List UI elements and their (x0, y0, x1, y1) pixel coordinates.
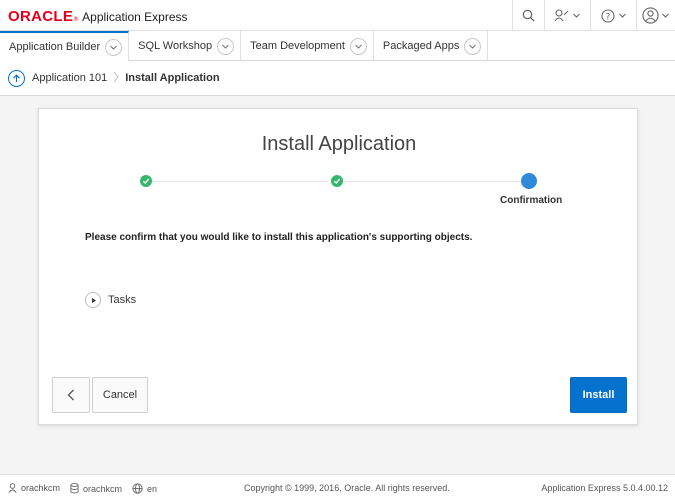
chevron-down-icon (662, 13, 669, 18)
up-arrow-icon[interactable] (8, 69, 25, 87)
database-icon (70, 483, 79, 494)
dialog-title: Install Application (261, 133, 417, 155)
wizard-step-label: Confirmation (500, 195, 563, 206)
cancel-button[interactable]: Cancel (92, 377, 148, 413)
chevron-down-icon (469, 44, 477, 49)
brand-app-name: Application Express (82, 10, 188, 24)
chevron-down-icon (110, 45, 118, 50)
progress-track (339, 181, 521, 182)
tab-packaged-apps[interactable]: Packaged Apps (374, 31, 489, 61)
breadcrumb-current: Install Application (125, 72, 220, 84)
tasks-label: Tasks (108, 294, 137, 306)
footer-version: Application Express 5.0.4.00.12 (541, 483, 668, 493)
main-tab-bar: Application Builder SQL Workshop Team De… (0, 31, 675, 61)
chevron-down-icon (355, 44, 362, 49)
tab-team-development[interactable]: Team Development (241, 31, 374, 61)
search-button[interactable] (512, 0, 544, 31)
globe-icon (132, 483, 143, 494)
breadcrumb-separator-icon (113, 71, 119, 86)
brand-registered-mark: ® (73, 16, 80, 23)
confirmation-message: Please confirm that you would like to in… (85, 232, 473, 243)
wizard-step-1-complete (140, 175, 152, 187)
developer-menu-button[interactable] (544, 0, 590, 31)
svg-text:?: ? (605, 12, 610, 22)
page-footer: orachkcm orachkcm en Copyright © 1999, 2… (0, 474, 675, 500)
brand-oracle-text: ORACLE (8, 8, 74, 25)
user-icon (642, 7, 659, 24)
tab-sql-workshop[interactable]: SQL Workshop (129, 31, 242, 61)
user-menu-button[interactable] (636, 0, 675, 31)
chevron-left-icon (67, 389, 74, 401)
chevron-down-icon (618, 13, 626, 18)
footer-language-code: en (147, 483, 158, 494)
tab-menu-toggle[interactable] (464, 37, 482, 55)
help-icon: ? (600, 8, 615, 23)
tab-label: Team Development (250, 40, 345, 52)
footer-workspace-name: orachkcm (83, 483, 123, 494)
oracle-logo[interactable]: ORACLE ® Application Express (8, 8, 188, 25)
install-application-dialog: Install Application Confirmation Please … (38, 108, 638, 425)
tab-label: SQL Workshop (138, 40, 213, 52)
footer-user: orachkcm (8, 483, 60, 493)
chevron-down-icon (573, 13, 580, 18)
tab-menu-toggle[interactable] (105, 38, 123, 56)
search-icon (522, 9, 535, 22)
wizard-step-3-current (521, 173, 537, 189)
chevron-down-icon (222, 44, 229, 49)
wizard-step-2-complete (331, 175, 343, 187)
tab-application-builder[interactable]: Application Builder (0, 31, 130, 61)
tasks-region-toggle[interactable]: Tasks (85, 292, 136, 308)
tab-menu-toggle[interactable] (349, 37, 367, 55)
tab-menu-toggle[interactable] (217, 37, 235, 55)
install-button[interactable]: Install (570, 377, 627, 413)
tab-label: Application Builder (9, 41, 101, 53)
previous-button[interactable] (52, 377, 90, 413)
footer-copyright: Copyright © 1999, 2016, Oracle. All righ… (244, 483, 450, 493)
footer-workspace: orachkcm (70, 483, 122, 494)
tab-label: Packaged Apps (382, 40, 460, 52)
expand-icon (85, 292, 101, 308)
header-nav-icons: ? (512, 0, 675, 31)
footer-language[interactable]: en (132, 483, 157, 494)
check-icon (333, 178, 341, 185)
breadcrumb: Application 101 Install Application (0, 61, 675, 96)
footer-username: orachkcm (21, 483, 61, 493)
developer-icon (554, 9, 569, 22)
progress-track (147, 181, 329, 182)
user-icon (8, 483, 17, 493)
help-menu-button[interactable]: ? (590, 0, 636, 31)
check-icon (142, 178, 150, 185)
breadcrumb-parent-link[interactable]: Application 101 (32, 72, 107, 84)
top-header: ORACLE ® Application Express ? (0, 0, 675, 31)
